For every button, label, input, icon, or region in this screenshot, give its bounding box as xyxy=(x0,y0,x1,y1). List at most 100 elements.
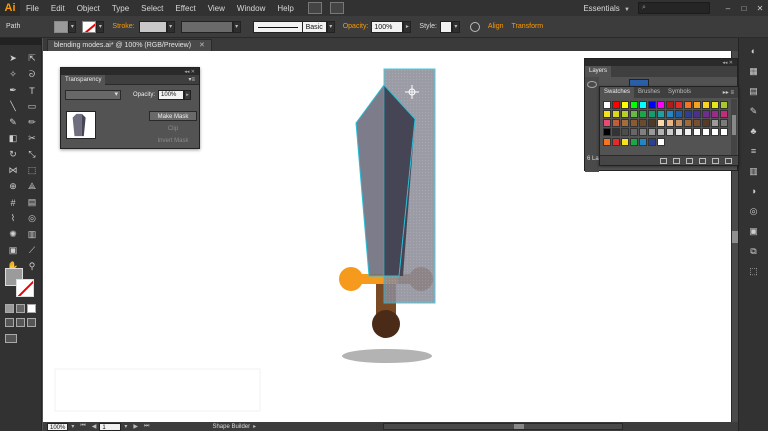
swatches-scrollbar[interactable] xyxy=(731,99,737,155)
collapse-icon[interactable]: ◂◂ xyxy=(184,69,189,75)
swatch[interactable] xyxy=(684,119,692,127)
workspace-switcher[interactable]: Essentials ▼ xyxy=(583,4,630,13)
swatch[interactable] xyxy=(630,110,638,118)
graphic-styles-icon[interactable]: ▣ xyxy=(746,224,762,238)
scissors-tool-icon[interactable]: ✂ xyxy=(24,131,40,146)
swatch[interactable] xyxy=(630,119,638,127)
tab-swatches[interactable]: Swatches xyxy=(600,87,635,98)
graphic-style-swatch[interactable] xyxy=(439,20,452,33)
artboards-panel-icon[interactable]: ⬚ xyxy=(746,264,762,278)
layers-panel-grip[interactable]: ◂◂ ✕ xyxy=(585,59,737,66)
close-panel-icon[interactable]: ✕ xyxy=(191,69,195,75)
stroke-color-swatch[interactable] xyxy=(82,20,97,33)
brush-definition-preview[interactable] xyxy=(252,20,303,33)
swatch[interactable] xyxy=(621,128,629,136)
swatch[interactable] xyxy=(675,128,683,136)
swatch[interactable] xyxy=(621,138,629,146)
swatch[interactable] xyxy=(693,110,701,118)
stroke-dropdown-arrow[interactable]: ▾ xyxy=(96,20,105,33)
swatch[interactable] xyxy=(648,138,656,146)
tab-transparency[interactable]: Transparency xyxy=(61,74,106,85)
panel-menu-icon[interactable]: ▾≡ xyxy=(188,76,195,83)
artboard-tool-icon[interactable]: ▣ xyxy=(5,243,21,258)
tools-panel-header[interactable] xyxy=(0,38,41,45)
swatch[interactable] xyxy=(603,138,611,146)
swatch[interactable] xyxy=(639,138,647,146)
menu-type[interactable]: Type xyxy=(106,4,135,13)
swatch[interactable] xyxy=(612,119,620,127)
gradient-mode-icon[interactable] xyxy=(16,304,25,313)
stroke-label[interactable]: Stroke: xyxy=(112,23,134,30)
swatch[interactable] xyxy=(612,110,620,118)
swatch[interactable] xyxy=(603,128,611,136)
bridge-icon[interactable] xyxy=(307,2,322,14)
swatch[interactable] xyxy=(657,128,665,136)
rectangle-tool-icon[interactable]: ▭ xyxy=(24,99,40,114)
horizontal-scroll-thumb[interactable] xyxy=(514,424,524,429)
column-graph-tool-icon[interactable]: ▥ xyxy=(24,227,40,242)
object-thumbnail[interactable] xyxy=(66,111,96,139)
slice-tool-icon[interactable]: ⟋ xyxy=(24,243,40,258)
tab-brushes[interactable]: Brushes xyxy=(634,87,664,98)
swatch[interactable] xyxy=(630,101,638,109)
fill-color-swatch[interactable] xyxy=(54,20,69,33)
swatch[interactable] xyxy=(612,101,620,109)
brush-dropdown-arrow[interactable]: ▾ xyxy=(326,20,335,33)
color-mode-icon[interactable] xyxy=(5,304,14,313)
type-tool-icon[interactable]: T xyxy=(24,83,40,98)
swatch[interactable] xyxy=(666,110,674,118)
swatches-scroll-thumb[interactable] xyxy=(732,115,736,135)
swatch[interactable] xyxy=(711,128,719,136)
swatch[interactable] xyxy=(621,110,629,118)
swatch[interactable] xyxy=(666,128,674,136)
swatch[interactable] xyxy=(612,128,620,136)
swatch[interactable] xyxy=(639,128,647,136)
next-artboard-icon[interactable]: ▶ xyxy=(133,423,138,430)
current-tool-label[interactable]: Shape Builder xyxy=(212,424,250,430)
pen-tool-icon[interactable]: ✒ xyxy=(5,83,21,98)
menu-select[interactable]: Select xyxy=(135,4,169,13)
menu-edit[interactable]: Edit xyxy=(45,4,71,13)
swatch[interactable] xyxy=(621,119,629,127)
swatch[interactable] xyxy=(648,110,656,118)
width-tool-icon[interactable]: ⋈ xyxy=(5,163,21,178)
arrange-documents-icon[interactable] xyxy=(329,2,344,14)
none-mode-icon[interactable] xyxy=(27,304,36,313)
swatch[interactable] xyxy=(693,119,701,127)
swatch[interactable] xyxy=(702,119,710,127)
direct-selection-tool-icon[interactable]: ⇱ xyxy=(24,51,40,66)
previous-artboard-icon[interactable]: ◀ xyxy=(92,423,97,430)
menu-help[interactable]: Help xyxy=(271,4,299,13)
blend-tool-icon[interactable]: ◎ xyxy=(24,211,40,226)
swatch-libraries-icon[interactable] xyxy=(660,157,667,164)
swatch[interactable] xyxy=(630,128,638,136)
gradient-panel-icon[interactable]: ▥ xyxy=(746,164,762,178)
swatch[interactable] xyxy=(657,138,665,146)
fill-dropdown-arrow[interactable]: ▾ xyxy=(68,20,77,33)
profile-dropdown-arrow[interactable]: ▾ xyxy=(232,20,241,33)
style-dropdown-arrow[interactable]: ▾ xyxy=(451,20,460,33)
opacity-field[interactable]: 100% xyxy=(371,20,404,33)
swatch[interactable] xyxy=(711,119,719,127)
artboard-dropdown-icon[interactable]: ▾ xyxy=(124,423,127,430)
transparency-opacity-arrow[interactable]: ▸ xyxy=(184,90,192,100)
line-tool-icon[interactable]: ╲ xyxy=(5,99,21,114)
maximize-button[interactable]: □ xyxy=(736,0,752,16)
swatch[interactable] xyxy=(702,110,710,118)
invert-mask-checkbox[interactable]: Invert Mask xyxy=(149,136,197,146)
minimize-button[interactable]: – xyxy=(720,0,736,16)
transparency-opacity-field[interactable]: 100% xyxy=(158,90,185,100)
zoom-dropdown-icon[interactable]: ▾ xyxy=(71,423,74,430)
swatch[interactable] xyxy=(702,128,710,136)
symbols-panel-icon[interactable]: ♣ xyxy=(746,124,762,138)
symbol-sprayer-tool-icon[interactable]: ✺ xyxy=(5,227,21,242)
menu-effect[interactable]: Effect xyxy=(169,4,201,13)
stroke-swatch[interactable] xyxy=(16,279,34,297)
opacity-dropdown-arrow[interactable]: ▸ xyxy=(403,20,412,33)
paintbrush-tool-icon[interactable]: ✎ xyxy=(5,115,21,130)
transform-link[interactable]: Transform xyxy=(512,23,544,30)
pencil-tool-icon[interactable]: ✏ xyxy=(24,115,40,130)
free-transform-tool-icon[interactable]: ⬚ xyxy=(24,163,40,178)
draw-inside-icon[interactable] xyxy=(27,318,36,327)
swatch[interactable] xyxy=(693,101,701,109)
